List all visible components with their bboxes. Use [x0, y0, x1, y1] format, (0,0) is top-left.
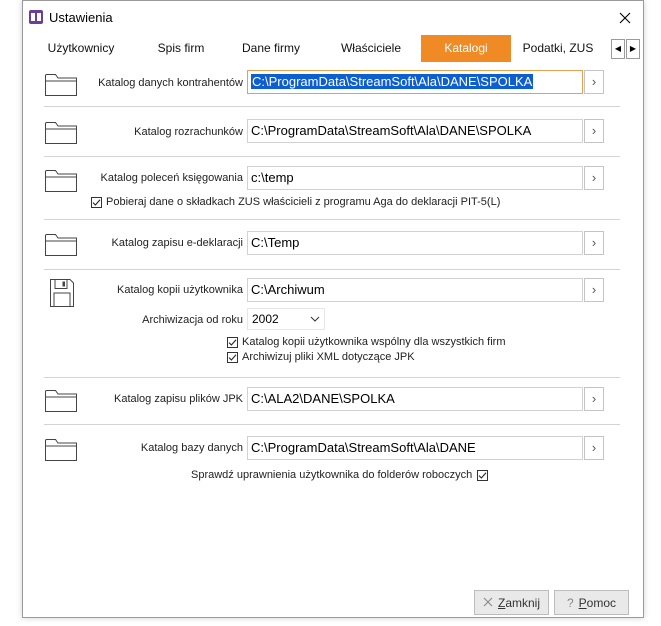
rozrachunki-path-input[interactable]: C:\ProgramData\StreamSoft\Ala\DANE\SPOLK…	[247, 119, 583, 143]
zus-aga-checkbox[interactable]: Pobieraj dane o składkach ZUS właściciel…	[91, 196, 500, 208]
tab-bar: Użytkownicy Spis firm Dane firmy Właścic…	[23, 35, 643, 62]
polecenia-path-input[interactable]: c:\temp	[247, 166, 583, 190]
edeklaracje-path-input[interactable]: C:\Temp	[247, 231, 583, 255]
archive-xml-checkbox-label: Archiwizuj pliki XML dotyczące JPK	[242, 351, 415, 363]
window-title: Ustawienia	[49, 10, 113, 25]
chevron-right-icon: ›	[591, 170, 597, 185]
kopie-path-input[interactable]: C:\Archiwum	[247, 278, 583, 302]
zus-aga-checkbox-label: Pobieraj dane o składkach ZUS właściciel…	[106, 196, 501, 208]
separator	[44, 377, 620, 378]
checkbox-box[interactable]	[477, 469, 489, 481]
folder-icon	[45, 390, 77, 412]
arrow-right-icon: ▶	[629, 44, 637, 53]
separator	[44, 269, 620, 270]
tab-uzytkownicy[interactable]: Użytkownicy	[39, 35, 123, 62]
folder-icon	[45, 74, 77, 96]
kontrahenci-path-input[interactable]: C:\ProgramData\StreamSoft\Ala\DANE\SPOLK…	[247, 70, 583, 94]
chevron-right-icon: ›	[591, 235, 597, 250]
baza-browse-button[interactable]: ›	[584, 436, 604, 460]
check-permissions-checkbox[interactable]: Sprawdź uprawnienia użytkownika do folde…	[191, 469, 489, 481]
help-icon: ?	[566, 595, 574, 610]
separator	[44, 106, 620, 107]
katalogi-panel: Katalog danych kontrahentów C:\ProgramDa…	[23, 62, 643, 617]
separator	[44, 219, 620, 220]
settings-window: Ustawienia Użytkownicy Spis firm Dane fi…	[22, 0, 644, 618]
app-book-icon	[29, 10, 43, 24]
check-permissions-checkbox-label: Sprawdź uprawnienia użytkownika do folde…	[191, 469, 473, 481]
checkmark-icon	[478, 471, 487, 479]
archive-year-value: 2002	[252, 312, 279, 326]
tab-spis-firm[interactable]: Spis firm	[145, 35, 217, 62]
chevron-right-icon: ›	[591, 74, 597, 89]
chevron-right-icon: ›	[591, 391, 597, 406]
title-bar: Ustawienia	[23, 1, 643, 35]
checkmark-icon	[228, 353, 237, 361]
baza-label: Katalog bazy danych	[140, 442, 243, 454]
floppy-disk-icon	[50, 279, 74, 307]
tab-wlasciciele[interactable]: Właściciele	[331, 35, 411, 62]
shared-backup-checkbox-label: Katalog kopii użytkownika wspólny dla ws…	[242, 336, 506, 348]
checkmark-icon	[228, 338, 237, 346]
arrow-left-icon: ◀	[614, 44, 622, 53]
polecenia-browse-button[interactable]: ›	[584, 166, 604, 190]
jpk-browse-button[interactable]: ›	[584, 387, 604, 411]
pomoc-accel: P	[578, 595, 587, 610]
zamknij-button[interactable]: Zamknij	[474, 590, 549, 615]
archive-year-label: Archiwizacja od roku	[142, 314, 243, 326]
shared-backup-checkbox[interactable]: Katalog kopii użytkownika wspólny dla ws…	[227, 336, 506, 348]
pomoc-button[interactable]: ? Pomoc	[554, 590, 629, 615]
rozrachunki-browse-button[interactable]: ›	[584, 119, 604, 143]
folder-icon	[45, 439, 77, 461]
chevron-right-icon: ›	[591, 440, 597, 455]
kontrahenci-label: Katalog danych kontrahentów	[98, 77, 243, 89]
jpk-label: Katalog zapisu plików JPK	[113, 393, 243, 405]
baza-path-input[interactable]: C:\ProgramData\StreamSoft\Ala\DANE	[247, 436, 583, 460]
close-window-button[interactable]	[607, 1, 643, 35]
checkbox-box[interactable]	[227, 336, 238, 348]
checkbox-box[interactable]	[91, 196, 102, 208]
chevron-down-icon	[310, 309, 320, 335]
separator	[44, 424, 620, 425]
chevron-right-icon: ›	[591, 123, 597, 138]
chevron-right-icon: ›	[591, 282, 597, 297]
folder-icon	[45, 122, 77, 144]
kopie-browse-button[interactable]: ›	[584, 278, 604, 302]
archive-xml-checkbox[interactable]: Archiwizuj pliki XML dotyczące JPK	[227, 351, 415, 363]
checkbox-box[interactable]	[227, 351, 238, 363]
pomoc-label: omoc	[586, 595, 617, 610]
polecenia-label: Katalog poleceń księgowania	[100, 172, 244, 184]
jpk-path-input[interactable]: C:\ALA2\DANE\SPOLKA	[247, 387, 583, 411]
tab-scroll-right-button[interactable]: ▶	[626, 39, 640, 59]
zamknij-label: amknij	[505, 595, 541, 610]
tab-katalogi[interactable]: Katalogi	[421, 35, 511, 62]
edeklaracje-browse-button[interactable]: ›	[584, 231, 604, 255]
folder-icon	[45, 170, 77, 192]
tab-podatki-zus[interactable]: Podatki, ZUS	[518, 35, 598, 62]
edeklaracje-label: Katalog zapisu e-deklaracji	[111, 237, 243, 249]
separator	[44, 156, 620, 157]
folder-icon	[45, 234, 77, 256]
zamknij-accel: Z	[497, 595, 506, 610]
rozrachunki-label: Katalog rozrachunków	[134, 126, 243, 138]
kopie-label: Katalog kopii użytkownika	[117, 284, 243, 296]
checkmark-icon	[92, 198, 101, 206]
close-icon	[483, 596, 493, 610]
close-icon	[619, 12, 631, 24]
tab-scroll-left-button[interactable]: ◀	[611, 39, 625, 59]
tab-dane-firmy[interactable]: Dane firmy	[233, 35, 309, 62]
kontrahenci-browse-button[interactable]: ›	[584, 70, 604, 94]
archive-year-select[interactable]: 2002	[247, 308, 325, 330]
